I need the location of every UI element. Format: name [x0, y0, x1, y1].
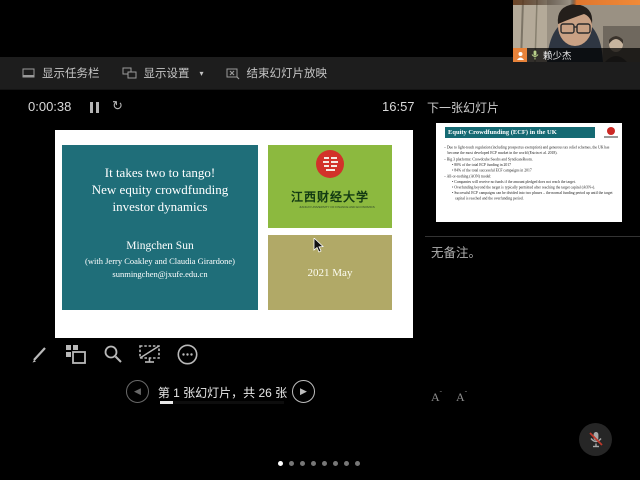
slide-counter: 第 1 张幻灯片，共 26 张 — [155, 384, 290, 401]
preview-bullet-list: Due to light-touch regulation (including… — [444, 144, 616, 201]
preview-bullet: Due to light-touch regulation (including… — [444, 145, 616, 156]
pagination-dot[interactable] — [278, 461, 283, 466]
caret-up-icon: ˆ — [440, 390, 442, 398]
university-name-cn: 江西财经大学 — [268, 188, 392, 205]
mouse-cursor — [313, 238, 324, 258]
slide-coauthors: (with Jerry Coakley and Claudia Girardon… — [62, 256, 258, 266]
university-seal-icon — [316, 150, 344, 178]
pagination-dots — [278, 461, 360, 466]
slide-title-line2: New equity crowdfunding — [62, 182, 258, 199]
more-options-button[interactable] — [174, 341, 200, 367]
chevron-down-icon: ▾ — [200, 69, 204, 78]
slide-sorter-icon — [64, 343, 88, 365]
slide-author: Mingchen Sun — [62, 240, 258, 252]
pen-icon — [28, 343, 50, 365]
pagination-dot[interactable] — [300, 461, 305, 466]
university-logo-box: 江西财经大学 JIANGXI UNIVERSITY OF FINANCE AND… — [268, 145, 392, 228]
black-screen-icon — [138, 343, 163, 365]
university-seal-small-icon — [607, 127, 615, 135]
zoom-slide-button[interactable] — [100, 341, 126, 367]
slide-progress-fill — [160, 401, 173, 404]
next-slide-button[interactable]: ▶ — [292, 380, 315, 403]
slide-title-line3: investor dynamics — [62, 199, 258, 216]
pen-tool-button[interactable] — [26, 341, 52, 367]
notes-font-controls: Aˆ Aˇ — [431, 390, 467, 405]
restart-timer-button[interactable]: ↻ — [112, 98, 123, 114]
previous-slide-button[interactable]: ◀ — [126, 380, 149, 403]
muted-mic-icon — [588, 431, 604, 449]
participant-mic-icon — [531, 50, 539, 60]
end-slideshow-label: 结束幻灯片放映 — [247, 65, 328, 81]
pagination-dot[interactable] — [289, 461, 294, 466]
end-slideshow-button[interactable]: 结束幻灯片放映 — [226, 65, 328, 81]
magnifier-icon — [102, 343, 124, 365]
end-slideshow-icon — [226, 67, 240, 80]
notes-divider — [425, 236, 640, 237]
preview-slide-title: Equity Crowdfunding (ECF) in the UK — [445, 127, 595, 138]
slide-date: 2021 May — [308, 267, 353, 279]
elapsed-timer: 0:00:38 — [28, 99, 71, 114]
slide-title-box: It takes two to tango! New equity crowdf… — [62, 145, 258, 310]
participant-name: 赖少杰 — [543, 48, 572, 62]
pagination-dot[interactable] — [355, 461, 360, 466]
display-settings-label: 显示设置 — [144, 65, 190, 81]
participant-name-bar: 赖少杰 — [513, 48, 640, 62]
slide-date-box: 2021 May — [268, 235, 392, 310]
slide-progress-bar — [160, 401, 284, 404]
participant-video-tile[interactable]: 赖少杰 — [513, 0, 640, 62]
decrease-font-button[interactable]: Aˇ — [456, 390, 467, 405]
show-taskbar-button[interactable]: 显示任务栏 — [22, 65, 100, 81]
slide-title: It takes two to tango! New equity crowdf… — [62, 165, 258, 216]
see-all-slides-button[interactable] — [63, 341, 89, 367]
preview-bullet: Successful ECF campaigns can be divided … — [444, 191, 616, 202]
pagination-dot[interactable] — [333, 461, 338, 466]
increase-font-button[interactable]: Aˆ — [431, 390, 442, 405]
ellipsis-icon — [176, 343, 199, 366]
presenter-view-window: 显示任务栏 显示设置 ▾ 结束幻灯片放映 — [0, 0, 640, 480]
next-slide-preview[interactable]: Equity Crowdfunding (ECF) in the UK Due … — [436, 123, 622, 222]
university-name-en: JIANGXI UNIVERSITY OF FINANCE AND ECONOM… — [299, 206, 361, 209]
black-screen-button[interactable] — [137, 341, 163, 367]
annotation-toolbar — [26, 341, 200, 367]
pagination-dot[interactable] — [344, 461, 349, 466]
university-seal-caption — [604, 136, 618, 138]
speaker-notes: 无备注。 — [431, 242, 481, 261]
current-slide[interactable]: It takes two to tango! New equity crowdf… — [55, 130, 413, 338]
display-settings-icon — [122, 67, 137, 80]
pause-timer-button[interactable] — [90, 102, 102, 113]
arrow-right-icon: ▶ — [300, 386, 307, 397]
pagination-dot[interactable] — [311, 461, 316, 466]
mute-toggle-button[interactable] — [579, 423, 612, 456]
taskbar-icon — [22, 67, 35, 79]
preview-bullet: 84% of the total successful ECF campaign… — [444, 168, 616, 173]
arrow-left-icon: ◀ — [134, 386, 141, 397]
display-settings-button[interactable]: 显示设置 ▾ — [122, 65, 204, 81]
clock-time: 16:57 — [382, 99, 415, 114]
caret-down-icon: ˇ — [465, 390, 467, 398]
show-taskbar-label: 显示任务栏 — [42, 65, 100, 81]
next-slide-header: 下一张幻灯片 — [427, 99, 499, 116]
pause-icon — [90, 102, 93, 113]
slide-title-line1: It takes two to tango! — [62, 165, 258, 182]
slide-email: sunmingchen@jxufe.edu.cn — [62, 269, 258, 279]
pagination-dot[interactable] — [322, 461, 327, 466]
host-badge-icon — [513, 48, 527, 62]
